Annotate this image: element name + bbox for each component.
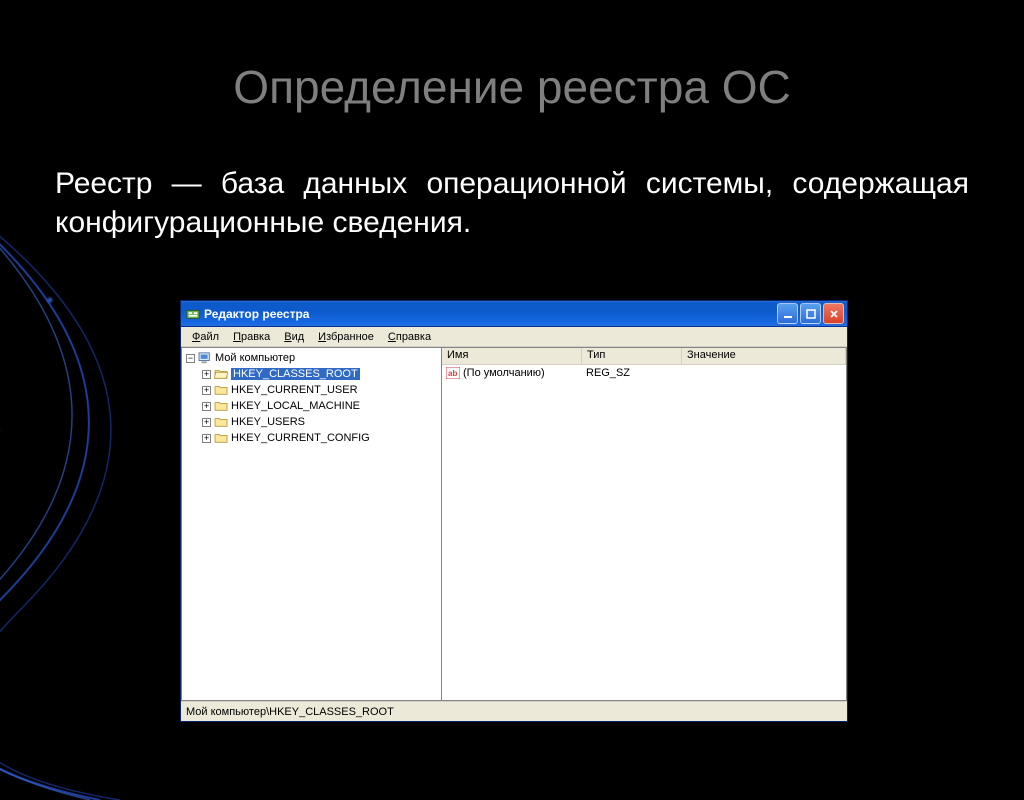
expand-icon[interactable]: + [202,402,211,411]
value-row[interactable]: ab (По умолчанию) REG_SZ [442,365,846,381]
expand-icon[interactable]: + [202,418,211,427]
tree-item[interactable]: + HKEY_LOCAL_MACHINE [184,398,439,414]
tree-item-label: HKEY_CURRENT_USER [231,384,358,396]
menu-view[interactable]: Вид [277,329,311,345]
column-headers: Имя Тип Значение [442,348,846,365]
statusbar: Мой компьютер\HKEY_CLASSES_ROOT [181,701,847,721]
value-name: (По умолчанию) [463,367,545,379]
menu-help[interactable]: Справка [381,329,438,345]
string-value-icon: ab [446,367,460,379]
status-path: Мой компьютер\HKEY_CLASSES_ROOT [186,706,394,718]
column-value[interactable]: Значение [682,348,846,364]
folder-open-icon [214,368,228,380]
window-title: Редактор реестра [204,307,777,321]
column-type[interactable]: Тип [582,348,682,364]
folder-icon [214,400,228,412]
registry-editor-window: Редактор реестра Файл Правка Вид Избранн… [180,300,848,722]
values-pane: Имя Тип Значение ab (По умолчанию) REG_S… [442,348,846,700]
folder-icon [214,432,228,444]
close-button[interactable] [823,303,844,324]
menu-favorites[interactable]: Избранное [311,329,381,345]
column-name[interactable]: Имя [442,348,582,364]
slide-body-text: Реестр — база данных операционной систем… [0,164,1024,242]
titlebar[interactable]: Редактор реестра [181,301,847,327]
value-type: REG_SZ [582,367,682,379]
folder-icon [214,384,228,396]
tree-item-label: HKEY_LOCAL_MACHINE [231,400,360,412]
menu-file[interactable]: Файл [185,329,226,345]
collapse-icon[interactable]: − [186,354,195,363]
folder-icon [214,416,228,428]
tree-item-label: HKEY_CLASSES_ROOT [231,368,360,380]
tree-item[interactable]: + HKEY_USERS [184,414,439,430]
maximize-button[interactable] [800,303,821,324]
expand-icon[interactable]: + [202,434,211,443]
computer-icon [198,352,212,364]
minimize-button[interactable] [777,303,798,324]
tree-item[interactable]: + HKEY_CURRENT_USER [184,382,439,398]
tree-item-label: HKEY_CURRENT_CONFIG [231,432,370,444]
tree-root-label: Мой компьютер [215,352,295,364]
expand-icon[interactable]: + [202,386,211,395]
menu-edit[interactable]: Правка [226,329,277,345]
slide-title: Определение реестра ОС [0,60,1024,114]
tree-item-label: HKEY_USERS [231,416,305,428]
menubar: Файл Правка Вид Избранное Справка [181,327,847,347]
tree-pane[interactable]: − Мой компьютер + HKEY_CLASSES_ROOT + HK… [182,348,442,700]
regedit-icon [186,307,200,321]
tree-item[interactable]: + HKEY_CURRENT_CONFIG [184,430,439,446]
tree-item[interactable]: + HKEY_CLASSES_ROOT [184,366,439,382]
svg-text:ab: ab [448,369,457,378]
tree-root[interactable]: − Мой компьютер [184,350,439,366]
expand-icon[interactable]: + [202,370,211,379]
